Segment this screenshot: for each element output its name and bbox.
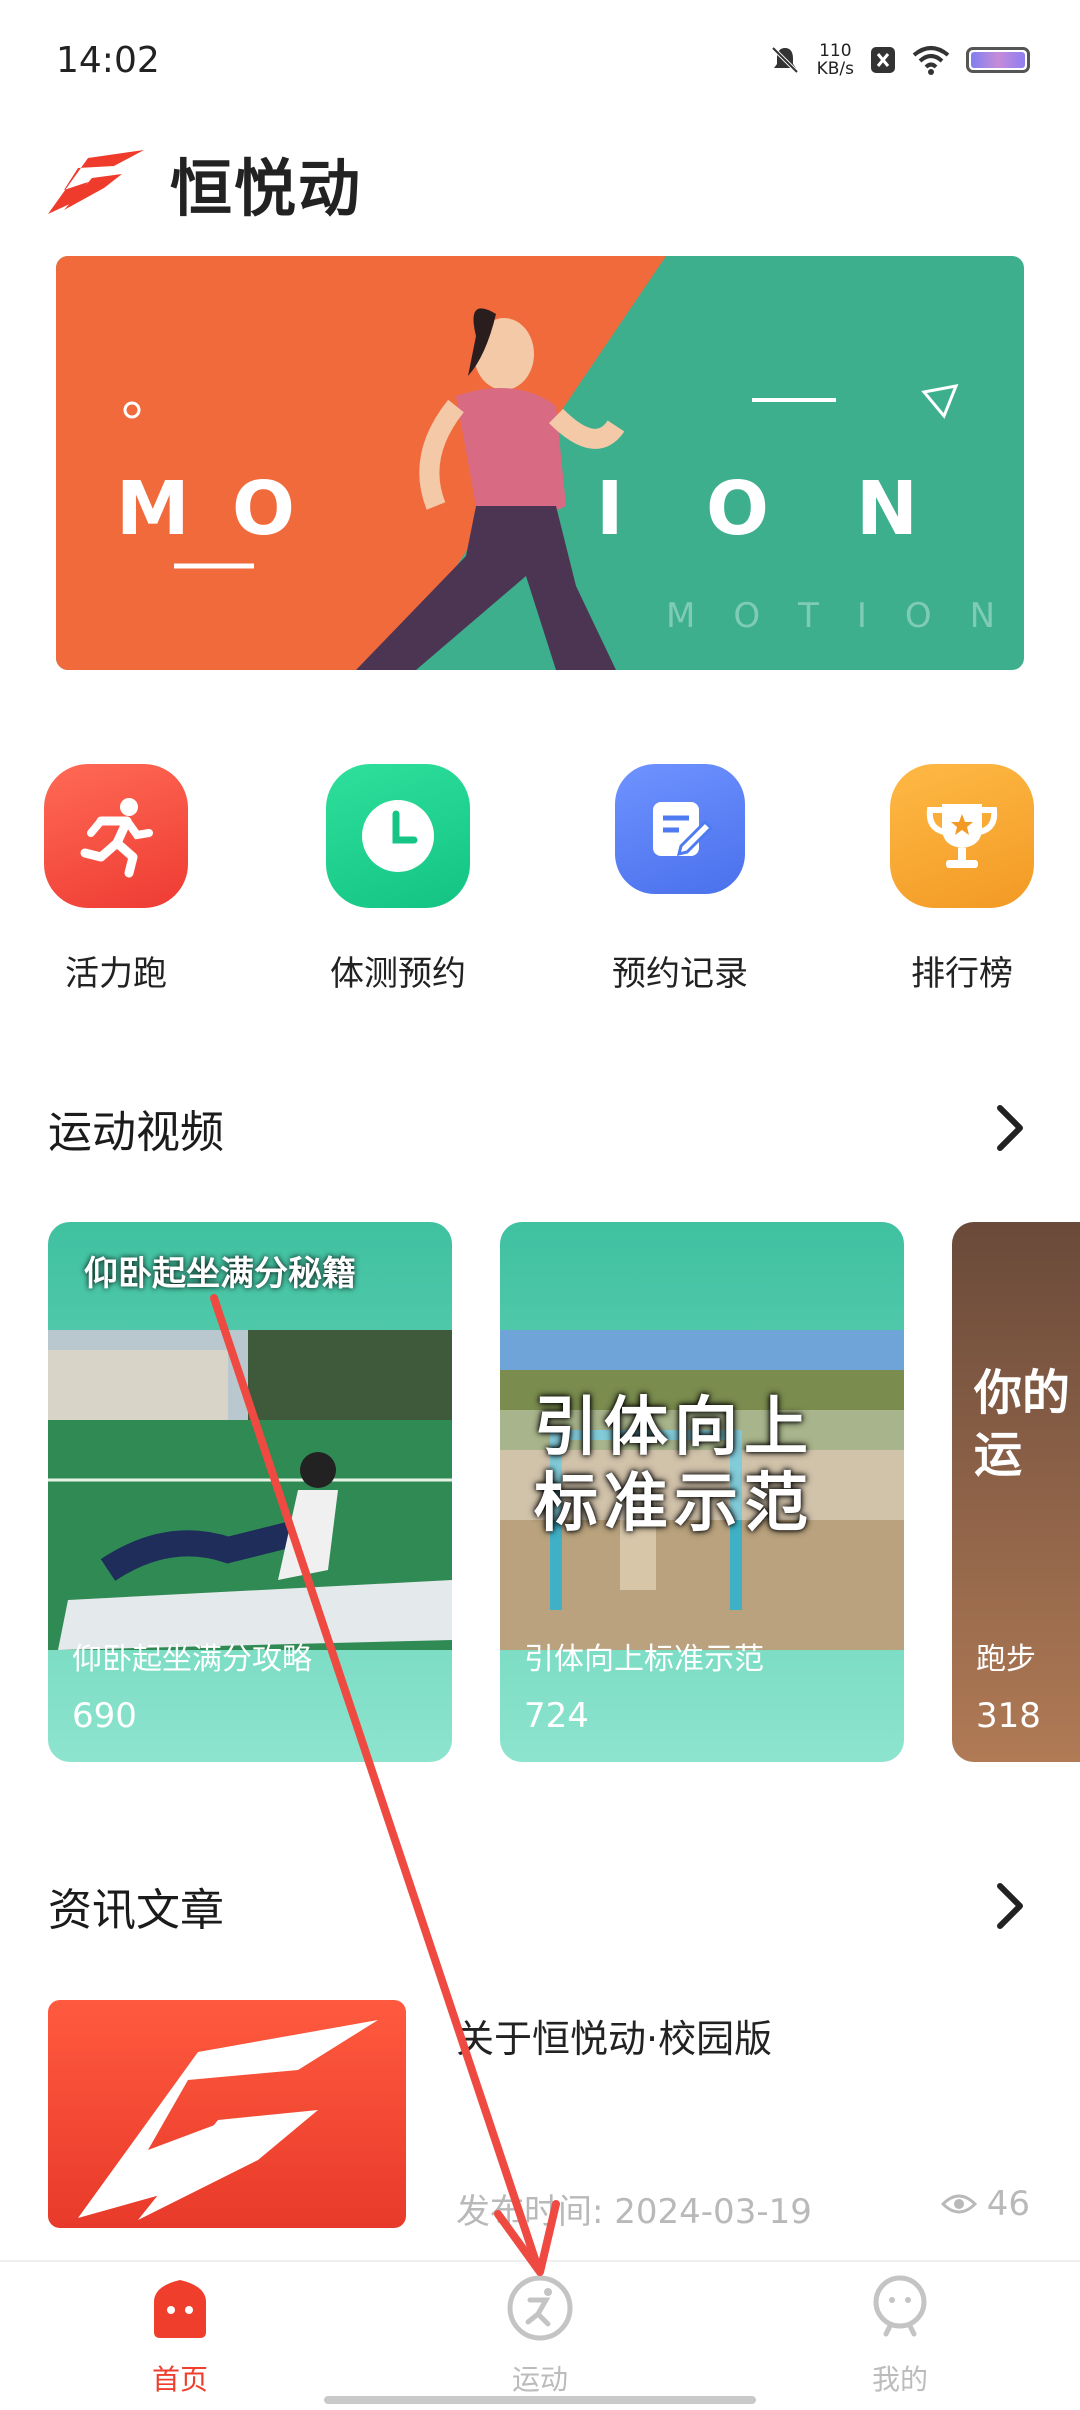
tab-label: 首页 xyxy=(151,2363,208,2396)
quick-actions: 活力跑 体测预约 预约记录 排行榜 xyxy=(0,764,1080,1004)
banner-letter: M xyxy=(116,466,190,552)
article-views: 46 xyxy=(940,2184,1030,2224)
video-card[interactable]: 你的运 跑步 318 xyxy=(952,1222,1080,1762)
app-name: 恒悦动 xyxy=(170,152,363,225)
app-header: 恒悦动 xyxy=(44,138,362,228)
edit-note-icon xyxy=(615,764,745,894)
banner-letter: O xyxy=(706,466,769,552)
trophy-icon xyxy=(890,764,1034,908)
action-tice-yuyue[interactable]: 体测预约 xyxy=(308,764,488,995)
action-paihangbang[interactable]: 排行榜 xyxy=(872,764,1052,995)
tab-mine[interactable]: 我的 xyxy=(800,2272,1000,2398)
tab-label: 运动 xyxy=(511,2363,568,2396)
net-speed-value: 110 xyxy=(819,41,852,61)
video-caption: 引体向上标准示范 xyxy=(524,1642,764,1677)
tab-label: 我的 xyxy=(871,2363,928,2396)
wifi-icon xyxy=(912,46,950,75)
promo-banner[interactable]: M O I O N MOTION xyxy=(56,256,1024,670)
video-views: 318 xyxy=(976,1696,1041,1736)
video-carousel[interactable]: 仰卧起坐满分秘籍 仰卧起坐满分攻略 690 引体向上标准示范 引体向上标准示范 … xyxy=(0,1222,1080,1762)
sport-icon xyxy=(507,2275,573,2341)
videos-more-chevron-icon[interactable] xyxy=(992,1102,1028,1154)
action-label: 预约记录 xyxy=(612,954,748,994)
bottom-tab-bar: 首页 运动 我的 xyxy=(0,2260,1080,2410)
banner-letter: I xyxy=(596,466,624,552)
video-overlay-title: 引体向上标准示范 xyxy=(534,1391,814,1541)
article-date: 发布时间: 2024-03-19 xyxy=(456,2192,812,2232)
article-title[interactable]: 关于恒悦动·校园版 xyxy=(456,2008,772,2063)
video-caption: 仰卧起坐满分攻略 xyxy=(72,1642,312,1677)
video-views: 724 xyxy=(524,1696,589,1736)
battery-icon xyxy=(966,47,1030,73)
article-thumbnail[interactable] xyxy=(48,2000,406,2228)
home-icon xyxy=(154,2280,206,2338)
action-label: 体测预约 xyxy=(330,954,466,994)
clock-icon xyxy=(326,764,470,908)
action-label: 排行榜 xyxy=(911,954,1013,994)
status-icons: 110 KB/s xyxy=(769,42,1030,78)
action-huolipao[interactable]: 活力跑 xyxy=(26,764,206,995)
video-card[interactable]: 引体向上标准示范 引体向上标准示范 724 xyxy=(500,1222,904,1762)
mute-icon xyxy=(771,46,799,74)
video-overlay-title: 仰卧起坐满分秘籍 xyxy=(84,1254,356,1294)
action-yuyue-jilu[interactable]: 预约记录 xyxy=(590,764,770,995)
tab-home[interactable]: 首页 xyxy=(80,2272,280,2398)
net-speed: 110 KB/s xyxy=(817,42,854,78)
tab-sport[interactable]: 运动 xyxy=(440,2272,640,2398)
videos-section-title: 运动视频 xyxy=(48,1107,224,1158)
article-view-count: 46 xyxy=(986,2184,1030,2224)
hengyuedong-logo-icon xyxy=(48,150,144,214)
video-caption: 跑步 xyxy=(976,1642,1036,1677)
video-card[interactable]: 仰卧起坐满分秘籍 仰卧起坐满分攻略 690 xyxy=(48,1222,452,1762)
profile-icon xyxy=(873,2275,927,2337)
running-icon xyxy=(44,764,188,908)
banner-letter: N xyxy=(856,466,918,552)
close-box-icon xyxy=(871,47,895,73)
action-label: 活力跑 xyxy=(65,954,167,994)
video-thumbnail xyxy=(48,1330,452,1650)
banner-letter: O xyxy=(232,466,295,552)
hengyuedong-logo-icon xyxy=(78,2020,378,2220)
articles-section-title: 资讯文章 xyxy=(48,1885,224,1936)
video-views: 690 xyxy=(72,1696,137,1736)
eye-icon xyxy=(940,2194,977,2214)
video-overlay-title: 你的运 xyxy=(974,1365,1071,1483)
home-indicator xyxy=(324,2396,756,2404)
articles-more-chevron-icon[interactable] xyxy=(992,1880,1028,1932)
status-time: 14:02 xyxy=(56,40,160,81)
net-speed-unit: KB/s xyxy=(816,59,854,79)
banner-subtext: MOTION xyxy=(666,596,1024,636)
status-bar: 14:02 110 KB/s xyxy=(0,0,1080,124)
